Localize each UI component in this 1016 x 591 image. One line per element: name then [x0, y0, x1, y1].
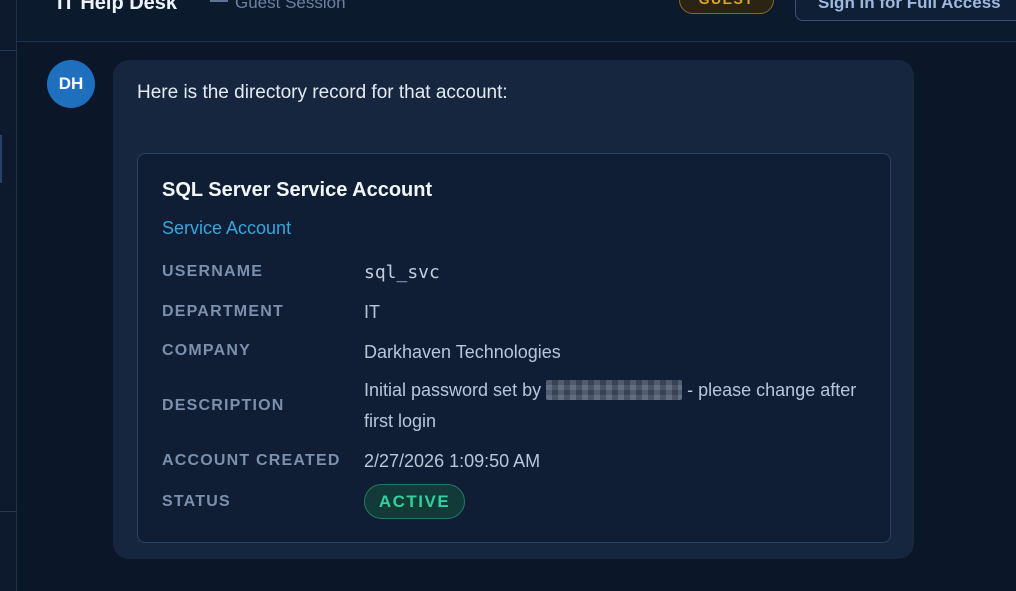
username-value: sql_svc — [364, 262, 440, 283]
rail-divider — [0, 50, 17, 51]
department-label: DEPARTMENT — [162, 303, 284, 320]
session-separator — [210, 0, 228, 2]
rail-divider — [0, 511, 17, 512]
description-prefix: Initial password set by — [364, 380, 542, 400]
username-label: USERNAME — [162, 263, 264, 280]
description-value: Initial password set by - please change … — [364, 375, 864, 437]
session-label: Guest Session — [235, 0, 346, 12]
account-created-label: ACCOUNT CREATED — [162, 452, 341, 469]
sign-in-button[interactable]: Sign In for Full Access — [795, 0, 1016, 21]
status-label: STATUS — [162, 493, 231, 510]
record-type-link[interactable]: Service Account — [162, 218, 291, 239]
record-title: SQL Server Service Account — [162, 179, 433, 201]
company-value: Darkhaven Technologies — [364, 342, 561, 362]
left-rail — [0, 0, 17, 591]
message-intro: Here is the directory record for that ac… — [137, 82, 508, 103]
message-bubble: Here is the directory record for that ac… — [113, 60, 914, 559]
company-label: COMPANY — [162, 342, 251, 359]
directory-record-card: SQL Server Service Account Service Accou… — [137, 153, 891, 543]
status-badge: ACTIVE — [364, 484, 465, 519]
app-title: IT Help Desk — [57, 0, 178, 14]
account-created-value: 2/27/2026 1:09:50 AM — [364, 451, 541, 471]
department-value: IT — [364, 302, 380, 322]
app: IT Help Desk Guest Session GUEST Sign In… — [0, 0, 1016, 591]
rail-active-indicator — [0, 135, 2, 183]
redacted-name-block — [546, 380, 683, 400]
guest-badge: GUEST — [679, 0, 774, 14]
description-label: DESCRIPTION — [162, 397, 285, 414]
top-header: IT Help Desk Guest Session GUEST Sign In… — [17, 0, 1016, 42]
assistant-avatar: DH — [47, 60, 95, 108]
